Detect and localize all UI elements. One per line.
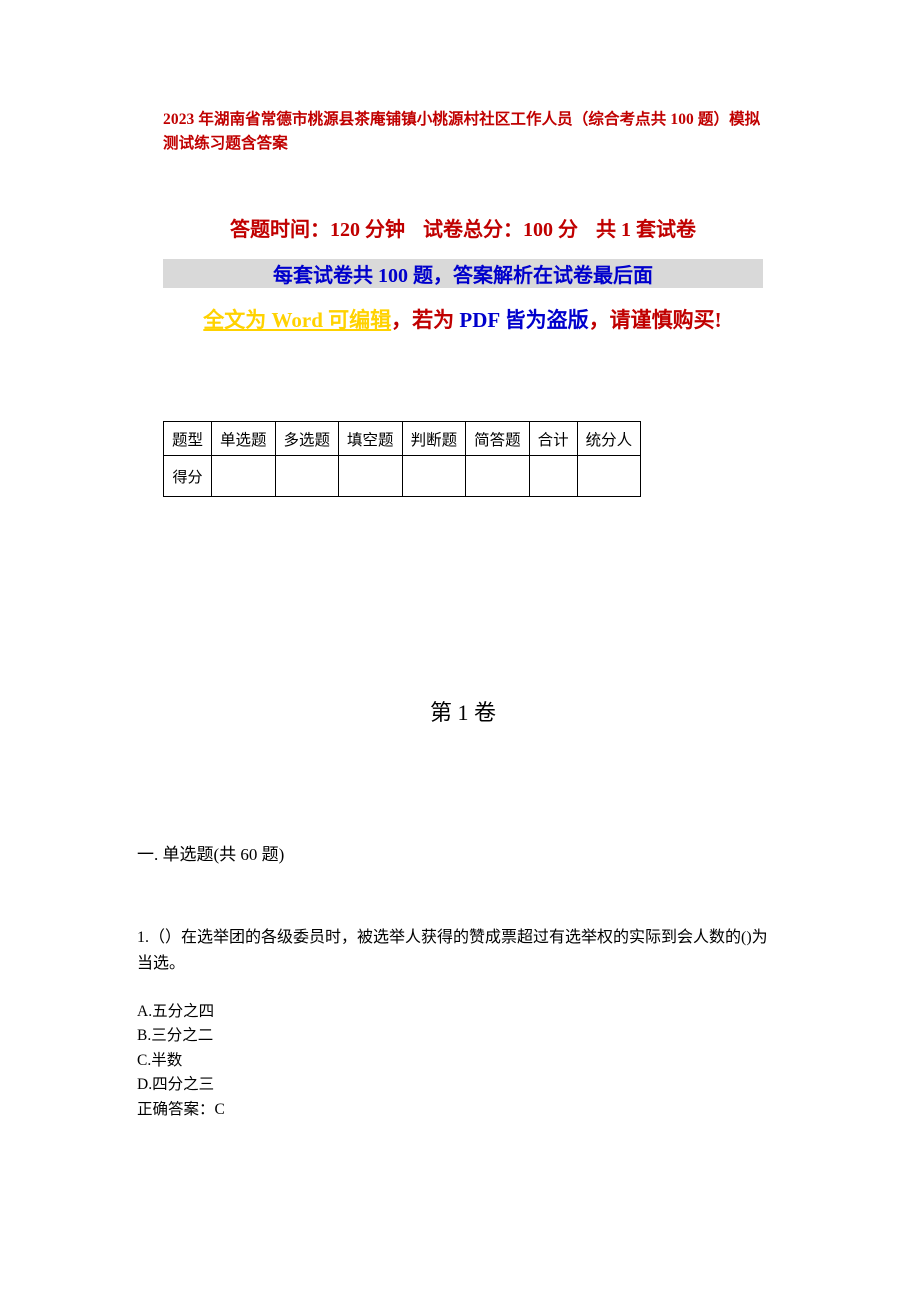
th-3: 填空题	[338, 421, 403, 456]
table-row-header: 题型 单选题 多选题 填空题 判断题 简答题 合计 统分人	[162, 421, 642, 456]
td-0-6	[528, 455, 578, 497]
th-2: 多选题	[274, 421, 340, 456]
exam-note-line: 每套试卷共 100 题，答案解析在试卷最后面	[163, 259, 763, 288]
td-0-4	[401, 455, 467, 497]
th-5: 简答题	[465, 421, 530, 456]
format-note-pdf: PDF 皆为盗版	[459, 308, 589, 332]
option-d: D.四分之三	[137, 1076, 215, 1094]
document-page: 2023 年湖南省常德市桃源县茶庵铺镇小桃源村社区工作人员（综合考点共 100 …	[0, 0, 920, 1302]
td-0-0: 得分	[162, 455, 213, 497]
page-title: 2023 年湖南省常德市桃源县茶庵铺镇小桃源村社区工作人员（综合考点共 100 …	[163, 111, 761, 153]
table-row: 得分	[162, 455, 642, 497]
th-7: 统分人	[576, 421, 642, 456]
exam-duration: 答题时间：120 分钟	[230, 219, 405, 241]
th-1: 单选题	[211, 421, 276, 456]
td-0-3	[338, 455, 403, 497]
exam-set-count: 共 1 套试卷	[596, 219, 696, 241]
option-c: C.半数	[137, 1051, 183, 1069]
option-a: A.五分之四	[137, 1003, 215, 1020]
format-note-conn: ，若为	[391, 308, 460, 332]
format-note-warning: ，请谨慎购买!	[588, 308, 722, 332]
format-note-word: 全文为 Word 可编辑	[203, 308, 392, 332]
format-note-line: 全文为 Word 可编辑，若为 PDF 皆为盗版，请谨慎购买!	[150, 305, 775, 335]
td-0-2	[274, 455, 340, 497]
th-4: 判断题	[401, 421, 467, 456]
th-6: 合计	[528, 421, 578, 456]
exam-meta-line: 答题时间：120 分钟 试卷总分：100 分共 1 套试卷	[163, 213, 763, 242]
td-0-1	[211, 455, 276, 497]
question-stem: 1.（）在选举团的各级委员时，被选举人获得的赞成票超过有选举权的实际到会人数的(…	[137, 929, 768, 972]
score-table: 题型 单选题 多选题 填空题 判断题 简答题 合计 统分人 得分	[162, 421, 642, 497]
question-options: A.五分之四 B.三分之二 C.半数 D.四分之三 正确答案：C	[137, 1000, 783, 1122]
volume-label: 第 1 卷	[429, 700, 496, 725]
exam-total-score: 试卷总分：100 分	[423, 219, 578, 241]
answer-line: 正确答案：C	[137, 1100, 225, 1118]
td-0-5	[465, 455, 530, 497]
section-heading: 一. 单选题(共 60 题)	[137, 845, 285, 864]
option-b: B.三分之二	[137, 1027, 214, 1045]
td-0-7	[576, 455, 642, 497]
th-0: 题型	[162, 421, 213, 456]
